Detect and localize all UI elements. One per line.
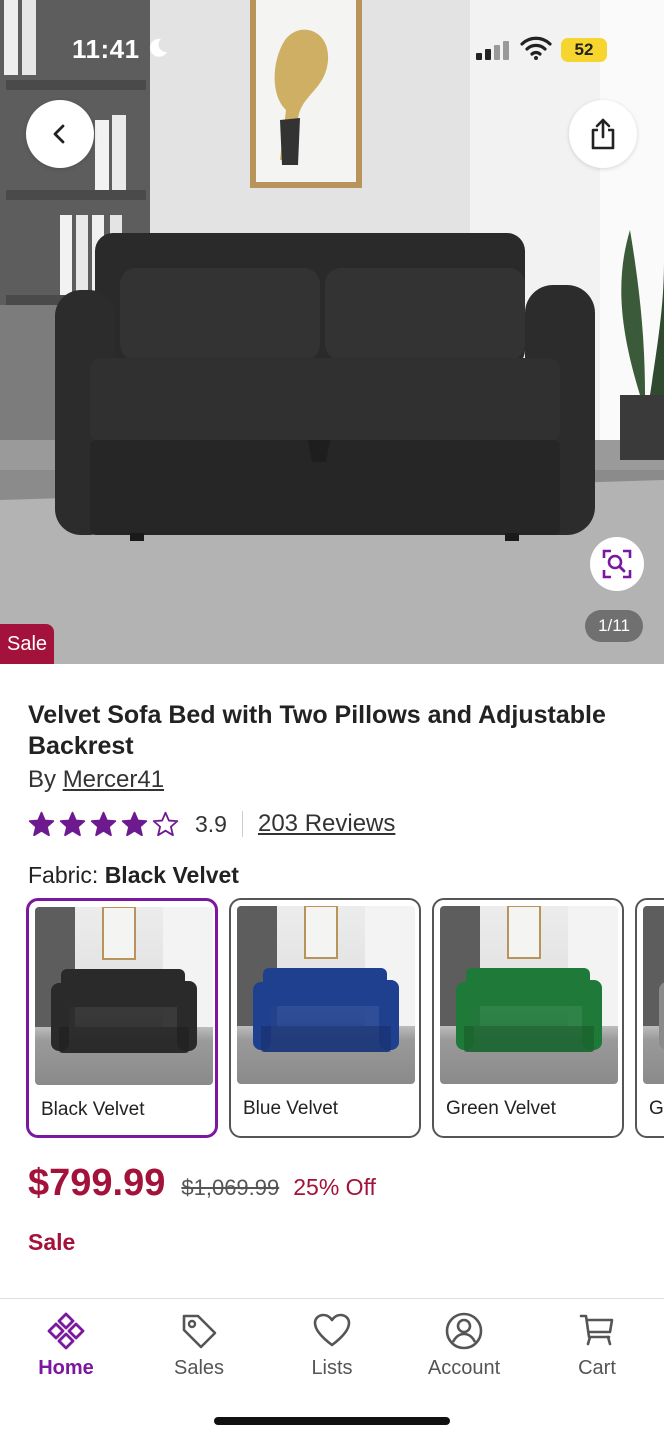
swatch-label: G [649, 1098, 664, 1119]
share-button[interactable] [569, 100, 637, 168]
discount-label: 25% Off [293, 1174, 376, 1200]
nav-account-label: Account [427, 1357, 501, 1379]
account-icon [445, 1312, 483, 1350]
nav-home-label: Home [38, 1357, 94, 1379]
swatch-label: Blue Velvet [243, 1098, 339, 1119]
star-filled-icon [121, 811, 148, 836]
battery-level: 52 [574, 40, 594, 59]
swatch-thumbnail [440, 906, 618, 1084]
fabric-swatch[interactable]: Blue Velvet [229, 898, 421, 1138]
nav-cart[interactable]: Cart [542, 1311, 652, 1383]
reviews-link[interactable]: 203 Reviews [258, 810, 395, 838]
nav-sales[interactable]: Sales [144, 1311, 254, 1383]
back-button[interactable] [26, 100, 94, 168]
chevron-left-icon [53, 124, 65, 144]
product-image-carousel[interactable]: 11:41 52 1/11 Sale [0, 0, 664, 664]
fabric-selector-label: Fabric: Black Velvet [28, 862, 239, 889]
battery-indicator: 52 [561, 38, 607, 62]
sale-label: Sale [28, 1229, 76, 1255]
tag-icon [182, 1314, 217, 1349]
fabric-swatch[interactable]: Black Velvet [26, 898, 218, 1138]
fabric-selected-value: Black Velvet [104, 862, 239, 888]
status-time: 11:41 [72, 34, 140, 64]
nav-lists[interactable]: Lists [277, 1311, 387, 1383]
nav-sales-label: Sales [173, 1357, 225, 1379]
fabric-label: Fabric: [28, 862, 99, 888]
sale-price: $799.99 [28, 1162, 166, 1204]
price-row: $799.99 $1,069.99 25% Off [28, 1162, 376, 1210]
swatch-label: Black Velvet [41, 1099, 145, 1120]
brand-link[interactable]: Mercer41 [63, 766, 164, 793]
cart-icon [579, 1314, 614, 1346]
brand-line: By Mercer41 [28, 766, 164, 794]
rating-score: 3.9 [195, 810, 227, 837]
fabric-swatch[interactable]: Green Velvet [432, 898, 624, 1138]
nav-account[interactable]: Account [409, 1311, 519, 1383]
star-filled-icon [90, 811, 117, 836]
share-icon [591, 118, 615, 150]
wifi-icon [520, 36, 552, 60]
swatch-thumbnail [35, 907, 213, 1085]
sofa-product-image [0, 0, 664, 664]
home-icon [47, 1312, 85, 1350]
moon-icon [150, 38, 167, 57]
visual-search-icon [602, 549, 632, 579]
swatch-thumbnail [237, 906, 415, 1084]
by-prefix: By [28, 766, 57, 793]
image-counter: 1/11 [585, 610, 643, 642]
nav-home[interactable]: Home [11, 1311, 121, 1383]
heart-icon [313, 1313, 351, 1347]
fabric-swatch[interactable]: G [635, 898, 664, 1138]
product-title: Velvet Sofa Bed with Two Pillows and Adj… [28, 701, 606, 760]
visual-search-button[interactable] [590, 537, 644, 591]
star-empty-icon [152, 811, 179, 836]
cellular-signal-icon [476, 41, 509, 60]
nav-cart-label: Cart [578, 1357, 616, 1379]
sale-badge: Sale [0, 624, 54, 664]
nav-lists-label: Lists [311, 1357, 353, 1379]
rating-divider [241, 811, 243, 837]
star-filled-icon [28, 811, 55, 836]
star-filled-icon [59, 811, 86, 836]
star-rating [28, 811, 179, 838]
rating-row: 3.9 203 Reviews [28, 808, 395, 840]
swatch-thumbnail [643, 906, 664, 1084]
status-bar: 11:41 52 [0, 30, 664, 70]
fabric-swatch-list: Black Velvet Blue Velvet Green Velvet G [26, 898, 664, 1140]
swatch-label: Green Velvet [446, 1098, 556, 1119]
original-price: $1,069.99 [181, 1175, 280, 1200]
home-indicator [214, 1417, 450, 1425]
